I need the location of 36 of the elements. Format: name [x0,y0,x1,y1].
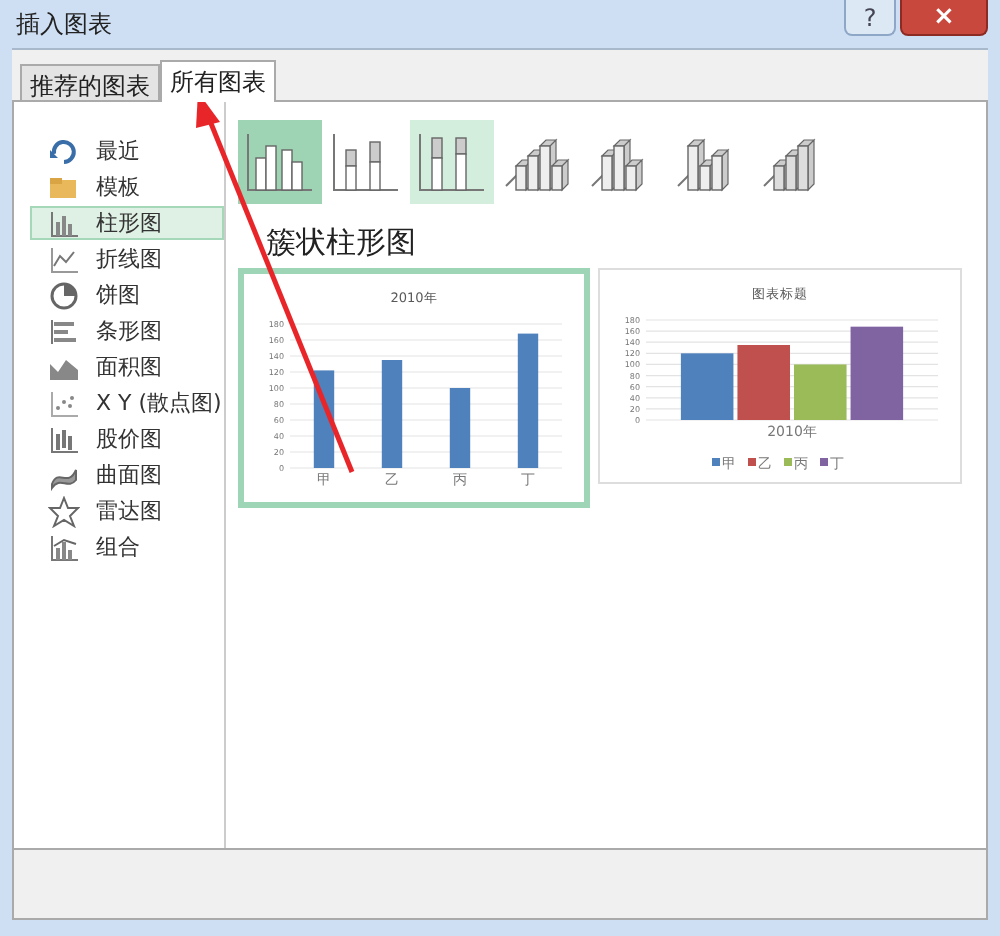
chart-type-item[interactable]: 股价图 [30,422,224,456]
bar [850,326,904,420]
chart-type-icon [48,207,80,239]
chart-type-item[interactable]: 模板 [30,170,224,204]
chart-type-item[interactable]: 曲面图 [30,458,224,492]
chart-type-item[interactable]: 柱形图 [30,206,224,240]
chart-type-item[interactable]: 饼图 [30,278,224,312]
bar [737,345,790,420]
subtype-heading: 簇状柱形图 [266,224,418,262]
chart-type-item[interactable]: 组合 [30,530,224,564]
chart-type-item[interactable]: X Y (散点图) [30,386,224,420]
chart-type-icon [48,423,80,455]
chart-type-icon [48,495,80,527]
chart-type-icon [48,387,80,419]
chart-type-icon [48,243,80,275]
bar [794,364,847,420]
bar [517,333,539,468]
bar [680,353,734,420]
bar [381,360,403,468]
tab[interactable]: 所有图表 [160,60,276,102]
chart-type-item[interactable]: 雷达图 [30,494,224,528]
chart-type-icon [48,315,80,347]
chart-type-icon [48,279,80,311]
chart-type-item[interactable]: 最近 [30,134,224,168]
chart-type-icon [48,135,80,167]
chart-subtype-button[interactable] [410,120,494,204]
bar [449,388,471,468]
close-button[interactable]: × [900,0,988,36]
chart-type-icon [48,531,80,563]
tab[interactable]: 推荐的图表 [20,64,160,100]
chart-type-item[interactable]: 折线图 [30,242,224,276]
chart-type-item[interactable]: 面积图 [30,350,224,384]
help-button[interactable]: ? [844,0,896,36]
chart-type-item[interactable]: 条形图 [30,314,224,348]
chart-subtype-button[interactable] [238,120,322,204]
window-title: 插入图表 [14,7,112,41]
